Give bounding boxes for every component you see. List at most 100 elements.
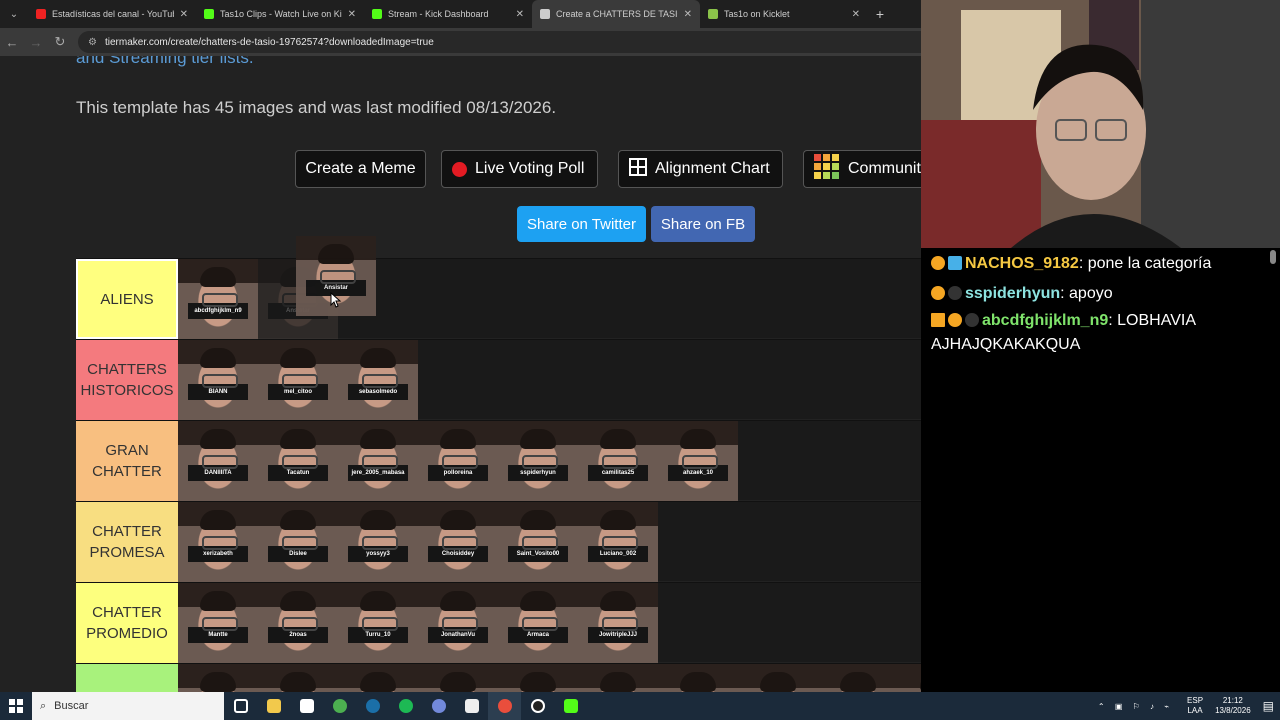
close-tab-icon[interactable]: ✕ bbox=[852, 9, 860, 20]
tier-label-text: CHATTER PROMEDIO bbox=[86, 604, 168, 642]
tray-icons[interactable]: ⌃ ▣ ⚐ ♪ ⌁ bbox=[1098, 702, 1173, 711]
chat-username[interactable]: sspiderhyun bbox=[965, 285, 1060, 302]
tab-search-icon[interactable]: ⌄ bbox=[0, 0, 28, 28]
taskbar-search[interactable]: ⌕ Buscar bbox=[32, 692, 224, 720]
chrome-icon[interactable] bbox=[323, 692, 356, 720]
tier-item-name: Dislee bbox=[268, 546, 328, 562]
tier-item[interactable] bbox=[498, 664, 578, 692]
chat-username[interactable]: abcdfghijklm_n9 bbox=[982, 312, 1108, 329]
tier-label[interactable]: ALIENS bbox=[76, 259, 178, 339]
tier-item-name: Luciano_002 bbox=[588, 546, 648, 562]
language-indicator[interactable]: ESP LAA bbox=[1187, 696, 1203, 716]
tier-item[interactable]: Mantte bbox=[178, 583, 258, 663]
tier-item[interactable]: xerizabeth bbox=[178, 502, 258, 582]
tier-item[interactable]: Saint_Vosito00 bbox=[498, 502, 578, 582]
steam-icon[interactable] bbox=[356, 692, 389, 720]
tier-label[interactable]: CHATTERS HISTORICOS bbox=[76, 340, 178, 420]
chat-scrollbar[interactable] bbox=[1270, 250, 1276, 264]
tier-label[interactable] bbox=[76, 664, 178, 692]
browser-tab[interactable]: Stream - Kick Dashboard ✕ bbox=[364, 0, 532, 28]
tier-item[interactable]: Armaca bbox=[498, 583, 578, 663]
clock-date: 13/8/2026 bbox=[1215, 706, 1251, 715]
spotify-icon[interactable] bbox=[389, 692, 422, 720]
tier-label[interactable]: GRAN CHATTER bbox=[76, 421, 178, 501]
live-voting-poll-label: Live Voting Poll bbox=[475, 160, 585, 177]
tier-item[interactable]: JowitripleJJJ bbox=[578, 583, 658, 663]
live-voting-poll-button[interactable]: Live Voting Poll bbox=[441, 150, 598, 188]
kick-icon[interactable] bbox=[554, 692, 587, 720]
tier-item-name: JowitripleJJJ bbox=[588, 627, 648, 643]
file-explorer-icon[interactable] bbox=[257, 692, 290, 720]
new-tab-button[interactable]: + bbox=[868, 6, 892, 22]
tier-item[interactable]: BIANN bbox=[178, 340, 258, 420]
reload-icon[interactable]: ↻ bbox=[48, 34, 72, 50]
chat-username[interactable]: NACHOS_9182 bbox=[965, 255, 1079, 272]
site-info-icon[interactable]: ⚙ bbox=[88, 37, 97, 48]
browser-tab[interactable]: Tas1o on Kicklet ✕ bbox=[700, 0, 868, 28]
tier-item[interactable]: camilitas25 bbox=[578, 421, 658, 501]
tier-item[interactable] bbox=[738, 664, 818, 692]
tier-item[interactable]: ahzaek_10 bbox=[658, 421, 738, 501]
tier-item[interactable] bbox=[338, 664, 418, 692]
tier-item[interactable]: yossyy3 bbox=[338, 502, 418, 582]
share-twitter-button[interactable]: Share on Twitter bbox=[517, 206, 646, 242]
tier-item[interactable] bbox=[578, 664, 658, 692]
tier-item[interactable]: mel_citoo bbox=[258, 340, 338, 420]
tier-item[interactable]: Tacatun bbox=[258, 421, 338, 501]
share-fb-label: Share on FB bbox=[660, 215, 746, 233]
capcut-icon[interactable] bbox=[290, 692, 323, 720]
tier-item[interactable]: polloreina bbox=[418, 421, 498, 501]
chrome-active-icon[interactable] bbox=[488, 692, 521, 720]
community-button[interactable]: Community bbox=[803, 150, 923, 188]
tab-favicon-icon bbox=[540, 9, 550, 19]
lang-top: ESP bbox=[1187, 696, 1204, 705]
browser-tab[interactable]: Estadísticas del canal - YouTube ✕ bbox=[28, 0, 196, 28]
close-tab-icon[interactable]: ✕ bbox=[516, 9, 524, 20]
alignment-chart-button[interactable]: Alignment Chart bbox=[618, 150, 783, 188]
tier-item[interactable]: Choisiddey bbox=[418, 502, 498, 582]
tier-item[interactable] bbox=[258, 664, 338, 692]
tab-favicon-icon bbox=[372, 9, 382, 19]
tier-item[interactable]: DANIIIITA bbox=[178, 421, 258, 501]
tab-title: Stream - Kick Dashboard bbox=[388, 9, 489, 19]
close-tab-icon[interactable]: ✕ bbox=[348, 9, 356, 20]
tier-item-name: sebasolmedo bbox=[348, 384, 408, 400]
tier-item[interactable]: abcdfghijklm_n9 bbox=[178, 259, 258, 339]
tier-lists-link[interactable]: and Streaming tier lists. bbox=[76, 56, 254, 68]
task-view-icon[interactable] bbox=[224, 692, 257, 720]
tier-item[interactable]: Dislee bbox=[258, 502, 338, 582]
clock[interactable]: 21:12 13/8/2026 bbox=[1215, 696, 1251, 716]
tier-item[interactable] bbox=[418, 664, 498, 692]
start-button[interactable] bbox=[0, 692, 32, 720]
chat-message: sspiderhyun: apoyo bbox=[931, 282, 1113, 306]
tier-item[interactable] bbox=[178, 664, 258, 692]
tier-item[interactable]: jere_2005_mabasa bbox=[338, 421, 418, 501]
crown-badge-icon bbox=[931, 313, 945, 327]
tier-item[interactable]: 2noas bbox=[258, 583, 338, 663]
tier-item[interactable]: JonathanVu bbox=[418, 583, 498, 663]
tier-item[interactable]: sspiderhyun bbox=[498, 421, 578, 501]
close-tab-icon[interactable]: ✕ bbox=[180, 9, 188, 20]
forward-icon[interactable]: → bbox=[24, 35, 48, 50]
discord-icon[interactable] bbox=[422, 692, 455, 720]
red-dot-icon bbox=[452, 161, 467, 177]
url-field[interactable]: ⚙ tiermaker.com/create/chatters-de-tasio… bbox=[78, 31, 978, 53]
tier-item-name: camilitas25 bbox=[588, 465, 648, 481]
back-icon[interactable]: ← bbox=[0, 35, 24, 50]
tier-label[interactable]: CHATTER PROMESA bbox=[76, 502, 178, 582]
tier-item[interactable]: Turru_10 bbox=[338, 583, 418, 663]
browser-tab[interactable]: Tas1o Clips - Watch Live on Kick ✕ bbox=[196, 0, 364, 28]
tier-item[interactable] bbox=[818, 664, 898, 692]
tier-item[interactable] bbox=[658, 664, 738, 692]
verified-badge-icon bbox=[965, 313, 979, 327]
browser-tab[interactable]: Create a CHATTERS DE TASIO T ✕ bbox=[532, 0, 700, 28]
notifications-icon[interactable]: ▤ bbox=[1263, 699, 1274, 713]
capcut-2-icon[interactable] bbox=[455, 692, 488, 720]
tier-item[interactable]: Luciano_002 bbox=[578, 502, 658, 582]
create-meme-button[interactable]: Create a Meme bbox=[295, 150, 426, 188]
tier-label[interactable]: CHATTER PROMEDIO bbox=[76, 583, 178, 663]
tier-item[interactable]: sebasolmedo bbox=[338, 340, 418, 420]
obs-icon[interactable] bbox=[521, 692, 554, 720]
share-fb-button[interactable]: Share on FB bbox=[651, 206, 755, 242]
close-tab-icon[interactable]: ✕ bbox=[684, 9, 692, 20]
